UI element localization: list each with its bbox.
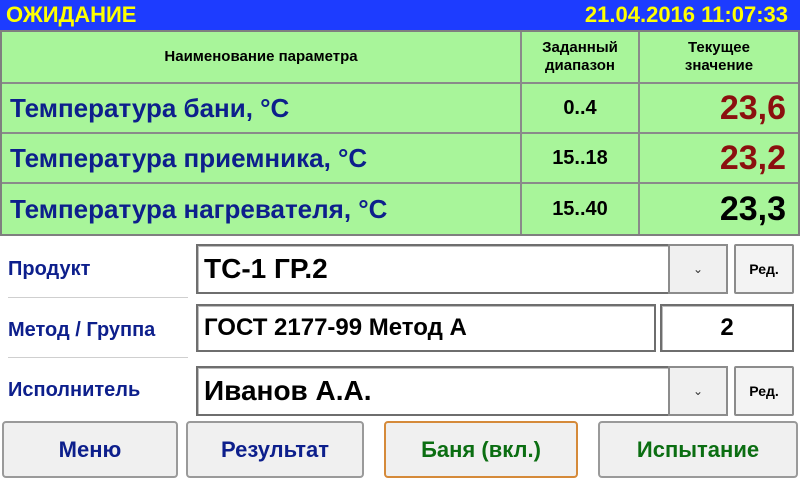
column-header-name: Наименование параметра: [164, 48, 358, 65]
product-dropdown-button[interactable]: ⌄: [668, 244, 728, 294]
column-header-value-line2: значение: [684, 57, 754, 74]
test-settings-form: Продукт ТС-1 ГР.2 ⌄ Ред. Метод / Группа …: [0, 236, 800, 418]
parameter-value-receiver: 23,2: [719, 138, 786, 177]
chevron-down-icon: ⌄: [692, 384, 704, 398]
parameter-value-bath: 23,6: [719, 88, 786, 127]
product-label: Продукт: [8, 258, 91, 280]
product-select[interactable]: ТС-1 ГР.2: [196, 244, 672, 294]
table-divider: [2, 82, 798, 84]
method-group-label: Метод / Группа: [8, 319, 156, 341]
bath-toggle-button[interactable]: Баня (вкл.): [384, 421, 578, 478]
parameter-range-heater: 15..40: [552, 197, 608, 220]
column-header-range: Заданный диапазон: [522, 32, 638, 82]
table-divider: [2, 132, 798, 134]
column-header-range-line1: Заданный: [542, 39, 618, 56]
title-bar: ОЖИДАНИЕ 21.04.2016 11:07:33: [0, 0, 800, 30]
column-header-value-line1: Текущее: [688, 39, 750, 56]
menu-button[interactable]: Меню: [2, 421, 178, 478]
table-divider: [2, 182, 798, 184]
parameter-table: Наименование параметра Заданный диапазон…: [0, 30, 800, 236]
datetime-label: 21.04.2016 11:07:33: [584, 2, 788, 27]
form-separator: [8, 297, 188, 298]
executor-select[interactable]: Иванов А.А.: [196, 366, 672, 416]
result-button[interactable]: Результат: [186, 421, 364, 478]
parameter-value-heater: 23,3: [719, 189, 786, 228]
parameter-name-heater: Температура нагревателя, °С: [10, 193, 388, 224]
status-label: ОЖИДАНИЕ: [6, 2, 137, 27]
form-separator: [8, 357, 188, 358]
executor-edit-button[interactable]: Ред.: [734, 366, 794, 416]
executor-label: Исполнитель: [8, 379, 141, 401]
parameter-range-bath: 0..4: [563, 96, 597, 119]
group-field[interactable]: 2: [660, 304, 794, 352]
product-edit-button[interactable]: Ред.: [734, 244, 794, 294]
chevron-down-icon: ⌄: [692, 262, 704, 276]
column-header-range-line2: диапазон: [545, 57, 615, 74]
column-header-value: Текущее значение: [640, 32, 798, 82]
parameter-name-receiver: Температура приемника, °С: [10, 142, 368, 173]
test-button[interactable]: Испытание: [598, 421, 798, 478]
parameter-name-bath: Температура бани, °С: [10, 92, 290, 123]
parameter-range-receiver: 15..18: [552, 146, 608, 169]
method-field[interactable]: ГОСТ 2177-99 Метод А: [196, 304, 656, 352]
executor-dropdown-button[interactable]: ⌄: [668, 366, 728, 416]
